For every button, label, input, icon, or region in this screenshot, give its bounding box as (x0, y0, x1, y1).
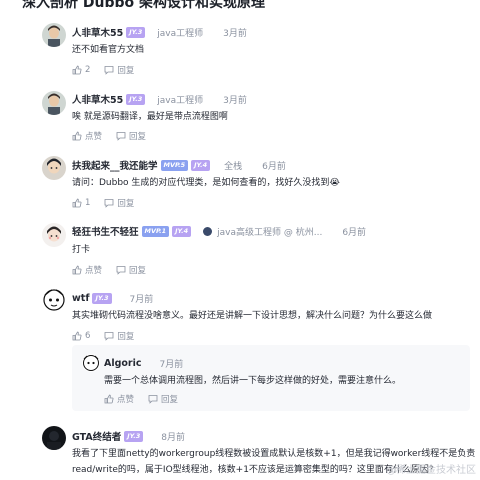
reply-button[interactable]: 回复 (116, 264, 146, 276)
reply-label: 回复 (129, 266, 147, 276)
like-button[interactable]: 点赞 (72, 130, 102, 142)
user-job: 全栈 (224, 161, 243, 172)
comment-text: 其实堆砌代码流程没啥意义。最好还是讲解一下设计思想，解决什么问题？为什么要这么做 (72, 311, 433, 321)
comment-time: 3月前 (223, 28, 247, 39)
user-avatar[interactable] (42, 223, 66, 247)
level-badge: JY.3 (124, 430, 144, 442)
reply-time: 7月前 (159, 359, 184, 370)
comment-icon (105, 332, 114, 341)
level-badge: JY.4 (172, 225, 192, 237)
level-badge: JY.3 (126, 26, 146, 38)
like-button[interactable]: 1 (72, 198, 90, 208)
username[interactable]: 扶我起来__我还能学 (72, 158, 158, 172)
user-job: java高级工程师 @ 杭州... (217, 227, 323, 238)
user-job: java工程师 (157, 95, 204, 106)
reply-button[interactable]: 回复 (104, 64, 134, 76)
reply-username[interactable]: Algoric (104, 358, 142, 369)
comment-icon (116, 132, 126, 141)
like-button[interactable]: 2 (72, 65, 90, 75)
comment-text-line-1: 我看了下里面netty的workergroup线程数被设置成默认是核数+1，但是… (72, 449, 476, 459)
reply-avatar[interactable] (82, 354, 100, 372)
page-title: 深入剖析 Dubbo 架构设计和实现原理 (22, 0, 265, 11)
user-avatar[interactable] (42, 91, 66, 115)
comment-actions: 点赞 回复 (72, 130, 160, 142)
reply-label: 回复 (117, 66, 135, 76)
comment-time: 7月前 (129, 294, 154, 305)
comment-meta: 扶我起来__我还能学 MVP.5 JY.4 全栈 6月前 (72, 157, 286, 173)
reply-label: 回复 (117, 199, 135, 209)
comment-icon (116, 266, 126, 275)
username[interactable]: wtf (72, 293, 89, 304)
reply-button[interactable]: 回复 (148, 393, 178, 405)
like-button[interactable]: 点赞 (72, 264, 102, 276)
thumb-up-icon (104, 394, 114, 404)
reply-label: 回复 (129, 132, 147, 142)
comment-time: 3月前 (223, 95, 247, 106)
comment-meta: wtf JY.3 7月前 (72, 290, 153, 306)
level-badge: JY.3 (126, 93, 146, 105)
like-label: 点赞 (117, 395, 135, 405)
comment-actions: 点赞 回复 (72, 264, 160, 276)
comment-text: 打卡 (72, 245, 91, 255)
comment-actions: 1 回复 (72, 197, 148, 209)
thumb-up-icon (72, 331, 82, 341)
like-button[interactable]: 点赞 (104, 393, 134, 405)
username[interactable]: 人非草木55 (72, 92, 123, 106)
thumb-up-icon (72, 131, 82, 141)
reply-actions: 点赞 回复 (104, 393, 192, 405)
comment-text: 还不如看官方文档 (72, 45, 145, 55)
like-count: 2 (85, 65, 91, 75)
comment-icon (105, 199, 114, 208)
comment-meta: 人非草木55 JY.3 java工程师 3月前 (72, 24, 247, 40)
reply-button[interactable]: 回复 (104, 330, 134, 342)
reply-button[interactable]: 回复 (116, 130, 146, 142)
comment-time: 6月前 (342, 227, 367, 238)
reply-label: 回复 (117, 332, 135, 342)
user-avatar[interactable] (42, 288, 66, 312)
comment-icon (148, 395, 158, 404)
like-label: 点赞 (85, 132, 103, 142)
user-job: java工程师 (157, 28, 204, 39)
comment-text: 唉 就是源码翻译，最好是带点流程图啊 (72, 112, 228, 122)
page-header: 深入剖析 Dubbo 架构设计和实现原理 (0, 0, 480, 14)
user-avatar[interactable] (42, 426, 66, 450)
level-badge: JY.3 (92, 292, 112, 304)
reply-label: 回复 (161, 395, 179, 405)
comment-text-line-2: read/write的吗，属于IO型线程池，核数+1不应该是运算密集型的吗？这里… (72, 465, 434, 475)
username[interactable]: 轻狂书生不轻狂 (72, 224, 139, 238)
comment-meta: 人非草木55 JY.3 java工程师 3月前 (72, 91, 247, 107)
like-label: 点赞 (85, 266, 103, 276)
comment-time: 8月前 (161, 432, 186, 443)
comment-icon (105, 66, 114, 75)
thumb-up-icon (72, 198, 82, 208)
comment-actions: 6 回复 (72, 330, 148, 342)
comment-meta: 轻狂书生不轻狂 MVP.1 JY.4 java高级工程师 @ 杭州... 6月前 (72, 223, 366, 239)
like-button[interactable]: 6 (72, 331, 90, 341)
level-badge: JY.4 (191, 159, 211, 171)
mvp-badge: MVP.5 (160, 159, 189, 171)
site-watermark: @稀土掘金技术社区 (386, 465, 476, 476)
comment-actions: 2 回复 (72, 64, 148, 76)
reply-button[interactable]: 回复 (104, 197, 134, 209)
user-avatar[interactable] (42, 156, 66, 180)
reply-thread: Algoric 7月前 需要一个总体调用流程图，然后讲一下每步这样做的好处，需要… (72, 345, 470, 411)
username[interactable]: GTA终结者 (72, 429, 121, 443)
reply-text: 需要一个总体调用流程图，然后讲一下每步这样做的好处，需要注意什么。 (104, 376, 402, 386)
comment-text: 请问：Dubbo 生成的对应代理类，是如何查看的，找好久没找到😭 (72, 178, 340, 188)
comment-meta: GTA终结者 JY.3 8月前 (72, 428, 185, 444)
company-icon (203, 226, 213, 236)
like-count: 6 (85, 331, 91, 341)
user-avatar[interactable] (42, 23, 66, 47)
mvp-badge: MVP.1 (141, 225, 170, 237)
reply-meta: Algoric 7月前 (104, 355, 183, 371)
thumb-up-icon (72, 65, 82, 75)
thumb-up-icon (72, 265, 82, 275)
username[interactable]: 人非草木55 (72, 25, 123, 39)
comment-time: 6月前 (262, 161, 286, 172)
like-count: 1 (85, 198, 91, 208)
